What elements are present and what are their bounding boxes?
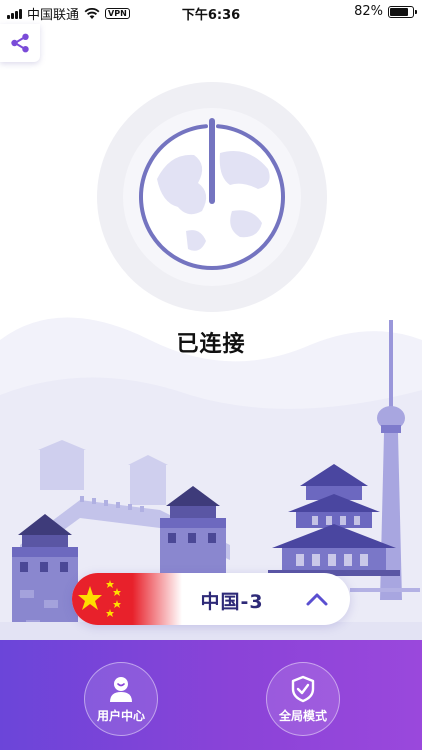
status-bar-right: 82% <box>354 4 417 19</box>
battery-fill <box>390 7 409 16</box>
connection-status: 已连接 <box>176 332 246 357</box>
status-bar: 中国联通 VPN 下午6:36 82% <box>0 0 422 24</box>
user-center-button[interactable]: 用户中心 <box>84 662 158 736</box>
location-selector[interactable]: 中国-3 <box>72 573 350 625</box>
bottom-nav-bar <box>0 640 422 750</box>
battery-percent: 82% <box>354 4 383 19</box>
shield-check-icon <box>291 675 315 702</box>
location-name: 中国-3 <box>200 591 264 613</box>
share-button[interactable] <box>0 24 40 62</box>
battery-icon <box>388 5 417 18</box>
china-flag-icon <box>72 573 182 625</box>
global-mode-label: 全局模式 <box>278 708 327 723</box>
user-center-label: 用户中心 <box>96 708 145 723</box>
global-mode-button[interactable]: 全局模式 <box>266 662 340 736</box>
share-icon <box>11 33 29 53</box>
power-toggle-button[interactable] <box>122 107 302 287</box>
chevron-up-icon[interactable] <box>304 586 330 612</box>
user-icon <box>110 676 132 702</box>
